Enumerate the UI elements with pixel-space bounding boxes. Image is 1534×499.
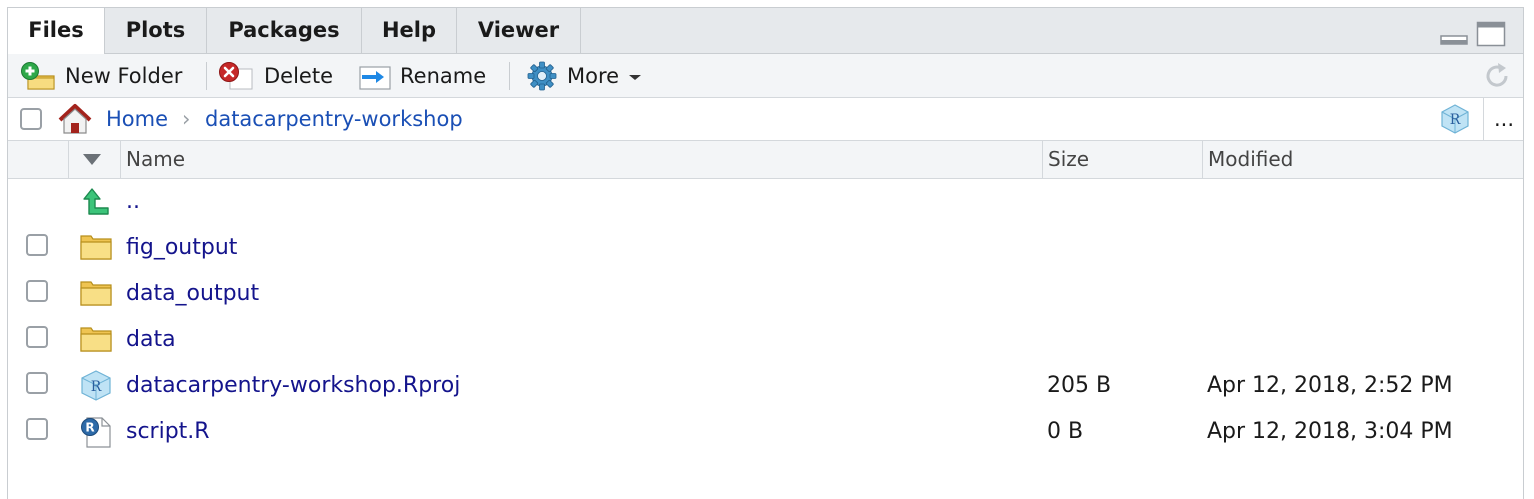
- tab-viewer[interactable]: Viewer: [457, 8, 581, 53]
- files-pane: Files Plots Packages Help Viewer New Fol…: [7, 7, 1524, 499]
- sort-type-header[interactable]: [68, 141, 120, 178]
- chevron-down-icon: [629, 74, 642, 80]
- table-row: fig_output: [8, 225, 1523, 271]
- maximize-pane-icon[interactable]: [1476, 21, 1506, 47]
- new-folder-label: New Folder: [65, 63, 183, 88]
- up-arrow-icon[interactable]: [80, 185, 112, 217]
- row-checkbox[interactable]: [26, 372, 48, 394]
- rename-button[interactable]: Rename: [358, 54, 486, 97]
- refresh-icon[interactable]: [1481, 60, 1513, 92]
- tab-files[interactable]: Files: [8, 8, 105, 54]
- folder-icon: [80, 327, 112, 352]
- file-size: 0 B: [1047, 419, 1084, 444]
- table-row: R datacarpentry-workshop.Rproj 205 B Apr…: [8, 363, 1523, 409]
- row-checkbox[interactable]: [26, 418, 48, 440]
- svg-text:R: R: [85, 421, 94, 435]
- file-list-header: Name Size Modified: [8, 141, 1523, 179]
- file-modified: Apr 12, 2018, 2:52 PM: [1207, 373, 1453, 398]
- more-label: More: [567, 63, 620, 88]
- file-size: 205 B: [1047, 373, 1112, 398]
- tab-packages[interactable]: Packages: [207, 8, 362, 53]
- sort-arrow-icon: [83, 154, 101, 165]
- rproj-icon: R: [81, 370, 111, 401]
- row-checkbox[interactable]: [26, 234, 48, 256]
- tab-help[interactable]: Help: [362, 8, 457, 53]
- breadcrumb-home[interactable]: Home: [106, 98, 168, 140]
- file-name[interactable]: ..: [126, 179, 140, 225]
- breadcrumb: Home › datacarpentry-workshop R ...: [8, 98, 1523, 141]
- new-folder-icon: [21, 61, 55, 90]
- file-name[interactable]: script.R: [126, 409, 210, 455]
- svg-text:R: R: [1450, 112, 1461, 128]
- select-all-checkbox[interactable]: [20, 108, 42, 130]
- svg-text:R: R: [91, 379, 102, 395]
- new-folder-button[interactable]: New Folder: [20, 54, 182, 97]
- breadcrumb-divider: [1483, 98, 1484, 140]
- delete-label: Delete: [264, 63, 333, 88]
- row-checkbox[interactable]: [26, 326, 48, 348]
- more-options-button[interactable]: ...: [1494, 98, 1514, 140]
- file-name[interactable]: data: [126, 317, 176, 363]
- breadcrumb-separator: ›: [182, 107, 191, 131]
- gear-icon: [527, 61, 557, 90]
- r-script-icon: R: [81, 417, 111, 448]
- file-modified: Apr 12, 2018, 3:04 PM: [1207, 419, 1453, 444]
- size-column-header[interactable]: Size: [1042, 141, 1202, 178]
- file-name[interactable]: datacarpentry-workshop.Rproj: [126, 363, 460, 409]
- files-toolbar: New Folder Delete Rename More: [8, 54, 1523, 98]
- table-row: R script.R 0 B Apr 12, 2018, 3:04 PM: [8, 409, 1523, 455]
- breadcrumb-current[interactable]: datacarpentry-workshop: [205, 98, 463, 140]
- name-column-header[interactable]: Name: [120, 141, 1042, 178]
- table-row: data_output: [8, 271, 1523, 317]
- modified-column-header[interactable]: Modified: [1202, 141, 1523, 178]
- table-row-parent: ..: [8, 179, 1523, 225]
- toolbar-divider: [206, 62, 207, 90]
- go-to-project-icon[interactable]: R: [1439, 103, 1471, 135]
- row-checkbox[interactable]: [26, 280, 48, 302]
- more-menu-button[interactable]: More: [526, 54, 643, 97]
- folder-icon: [80, 281, 112, 306]
- toolbar-divider: [509, 62, 510, 90]
- file-name[interactable]: data_output: [126, 271, 259, 317]
- table-row: data: [8, 317, 1523, 363]
- folder-icon: [80, 235, 112, 260]
- tab-bar: Files Plots Packages Help Viewer: [8, 8, 1523, 54]
- rename-label: Rename: [400, 63, 487, 88]
- home-icon[interactable]: [56, 103, 94, 135]
- delete-button[interactable]: Delete: [218, 54, 333, 97]
- delete-icon: [219, 61, 253, 89]
- tab-plots[interactable]: Plots: [105, 8, 207, 53]
- minimize-pane-icon[interactable]: [1440, 34, 1468, 46]
- file-name[interactable]: fig_output: [126, 225, 237, 271]
- rename-icon: [359, 65, 391, 90]
